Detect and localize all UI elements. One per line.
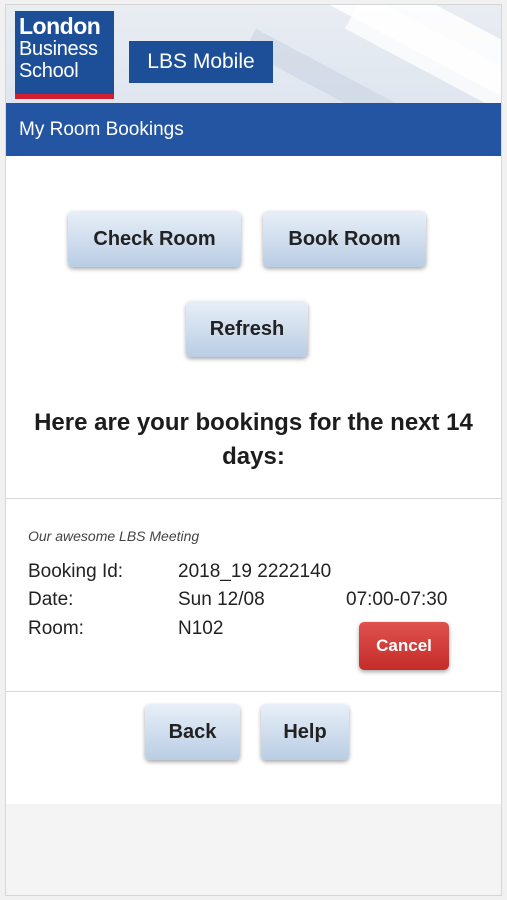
book-room-button[interactable]: Book Room	[263, 211, 426, 267]
booking-id-label: Booking Id:	[28, 561, 124, 582]
booking-room-value: N102	[178, 618, 224, 639]
main-content: Check Room Book Room Refresh Here are yo…	[6, 156, 501, 804]
booking-title: Our awesome LBS Meeting	[28, 528, 200, 544]
booking-date-label: Date:	[28, 589, 74, 610]
logo-line-3: School	[19, 60, 79, 82]
refresh-button[interactable]: Refresh	[186, 301, 308, 357]
booking-date-value: Sun 12/08	[178, 589, 265, 610]
help-button[interactable]: Help	[261, 704, 349, 760]
logo-line-2: Business	[19, 38, 98, 60]
app-frame: London Business School LBS Mobile My Roo…	[5, 4, 502, 896]
cancel-booking-button[interactable]: Cancel	[359, 622, 449, 670]
app-header: London Business School LBS Mobile	[6, 5, 501, 103]
check-room-button[interactable]: Check Room	[68, 211, 241, 267]
back-button[interactable]: Back	[145, 704, 240, 760]
page-title: My Room Bookings	[6, 103, 501, 156]
divider	[6, 691, 501, 692]
logo-line-1: London	[19, 13, 101, 39]
divider	[6, 498, 501, 499]
bookings-heading: Here are your bookings for the next 14 d…	[34, 409, 473, 470]
booking-id-value: 2018_19 2222140	[178, 561, 332, 582]
booking-time-value: 07:00-07:30	[346, 589, 448, 610]
booking-room-label: Room:	[28, 618, 84, 639]
lbs-logo: London Business School	[15, 11, 114, 99]
app-name-badge: LBS Mobile	[129, 41, 273, 83]
